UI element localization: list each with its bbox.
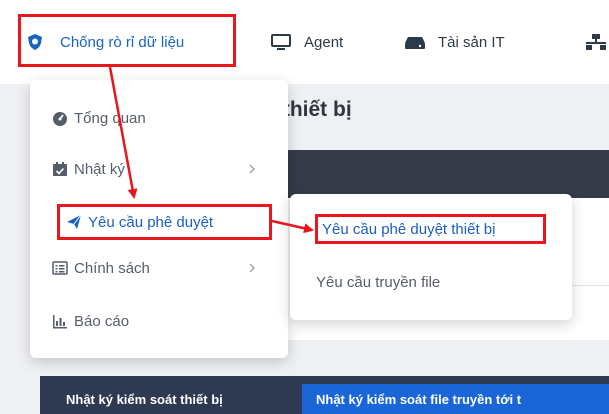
menu-item-label: Nhật ký xyxy=(74,160,125,178)
chevron-right-icon xyxy=(244,161,260,177)
chevron-right-icon xyxy=(244,260,260,276)
nav-item-agent[interactable]: Agent xyxy=(270,22,343,62)
menu-item-log[interactable]: Nhật ký xyxy=(52,153,278,185)
submenu-item-file-transfer-request[interactable]: Yêu cầu truyền file xyxy=(316,266,440,298)
menu-item-label: Báo cáo xyxy=(74,312,130,330)
menu-item-report[interactable]: Báo cáo xyxy=(52,305,278,337)
nav-item-label: Tài sản IT xyxy=(438,33,505,51)
network-icon xyxy=(585,33,607,51)
nav-item-network[interactable] xyxy=(585,22,609,62)
menu-item-overview[interactable]: Tổng quan xyxy=(52,102,278,134)
menu-item-label: Yêu cầu phê duyệt xyxy=(88,213,214,231)
top-navigation: Chống rò rỉ dữ liệu Agent Tài sản IT xyxy=(0,0,609,84)
tab-device-control-log[interactable]: Nhật ký kiểm soát thiết bị xyxy=(52,384,290,414)
tab-file-transfer-log[interactable]: Nhật ký kiểm soát file truyền tới t xyxy=(302,384,609,414)
list-alt-icon xyxy=(52,260,70,276)
menu-item-approval-requests[interactable]: Yêu cầu phê duyệt xyxy=(57,204,272,240)
monitor-icon xyxy=(270,33,292,51)
menu-item-label: Tổng quan xyxy=(74,109,146,127)
hard-drive-icon xyxy=(404,33,426,51)
table-header-band xyxy=(270,150,609,198)
tachometer-icon xyxy=(52,110,70,126)
paper-plane-icon xyxy=(66,214,84,230)
nav-item-label: Chống rò rỉ dữ liệu xyxy=(60,33,185,51)
nav-item-it-assets[interactable]: Tài sản IT xyxy=(404,22,505,62)
nav-item-label: Agent xyxy=(304,33,344,51)
menu-item-label: Chính sách xyxy=(74,259,150,277)
submenu-item-device-approval[interactable]: Yêu cầu phê duyệt thiết bị xyxy=(315,214,546,244)
bar-chart-icon xyxy=(52,313,70,329)
dropdown-menu: Tổng quan Nhật ký Yêu cầu phê duyệt Chín… xyxy=(30,80,288,358)
submenu: Yêu cầu phê duyệt thiết bị Yêu cầu truyề… xyxy=(290,194,572,320)
nav-item-data-leak-prevention[interactable]: Chống rò rỉ dữ liệu xyxy=(18,22,236,62)
menu-item-policy[interactable]: Chính sách xyxy=(52,252,278,284)
shield-icon xyxy=(26,33,48,51)
calendar-check-icon xyxy=(52,161,70,177)
